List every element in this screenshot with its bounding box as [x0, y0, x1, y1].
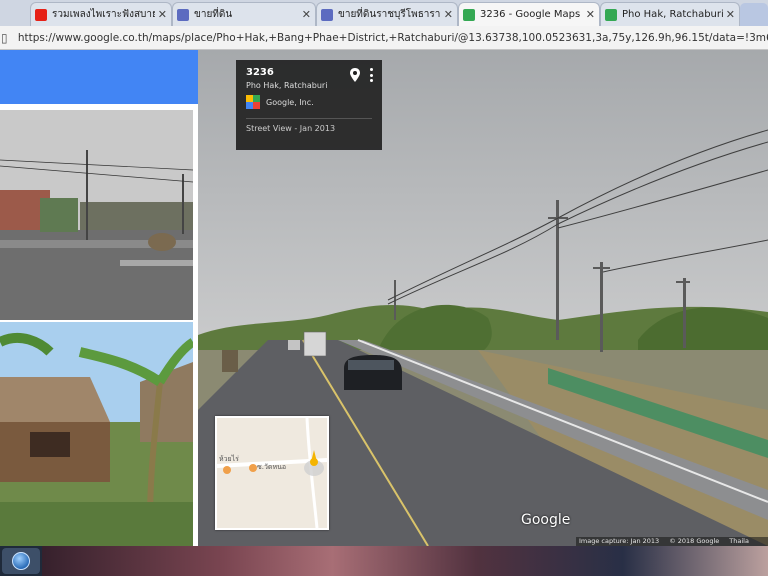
tab-label: ขายที่ดิน [194, 9, 233, 20]
image-owner[interactable]: Google, Inc. [246, 95, 372, 109]
copyright[interactable]: © 2018 Google [669, 537, 719, 546]
address-bar[interactable]: ▯ https://www.google.co.th/maps/place/Ph… [0, 26, 768, 50]
google-maps-icon [463, 8, 475, 21]
divider [246, 118, 372, 119]
tab-site-2[interactable]: ขายที่ดินราชบุรีโพธาราม ✕ [316, 2, 458, 26]
owner-name: Google, Inc. [266, 97, 314, 107]
capture-date: Street View - Jan 2013 [246, 124, 336, 133]
tab-pho-hak[interactable]: Pho Hak, Ratchaburi ✕ [600, 2, 740, 26]
minimap[interactable]: ห้วยไร่ ซ.วัดหนอ [215, 416, 329, 530]
close-icon[interactable]: ✕ [444, 8, 453, 21]
close-icon[interactable]: ✕ [158, 8, 167, 21]
close-icon[interactable]: ✕ [586, 8, 595, 21]
attribution-footer: Image capture: Jan 2013 © 2018 Google Th… [576, 537, 768, 546]
tab-google-maps-active[interactable]: 3236 - Google Maps ✕ [458, 2, 600, 26]
site-icon [177, 8, 189, 21]
map-label: ห้วยไร่ [219, 455, 239, 463]
tab-label: Pho Hak, Ratchaburi [622, 9, 723, 20]
place-photo-house[interactable] [0, 322, 193, 546]
place-photo-road[interactable] [0, 110, 193, 320]
google-watermark: Google [521, 512, 571, 528]
tab-label: ขายที่ดินราชบุรีโพธาราม [338, 9, 441, 20]
street-view-info-card: 3236 Pho Hak, Ratchaburi Google, Inc. St… [236, 60, 382, 150]
country-link[interactable]: Thaila [729, 537, 749, 546]
close-icon[interactable]: ✕ [726, 8, 735, 21]
side-panel [0, 50, 198, 546]
start-button[interactable] [2, 548, 40, 574]
close-icon[interactable]: ✕ [302, 8, 311, 21]
google-maps-icon [605, 8, 617, 21]
location-subtitle: Pho Hak, Ratchaburi [246, 81, 328, 90]
tab-bar: รวมเพลงไพเราะฟังสบาย ✕ ขายที่ดิน ✕ ขายที… [0, 0, 768, 26]
image-capture-date: Image capture: Jan 2013 [579, 537, 660, 545]
taskbar-thumbnail-strip [42, 546, 768, 576]
location-pin-icon[interactable] [350, 68, 360, 82]
taskbar [0, 546, 768, 576]
map-label: ซ.วัดหนอ [257, 463, 287, 471]
site-icon [321, 8, 333, 21]
windows-logo-icon [12, 552, 30, 570]
url-text[interactable]: https://www.google.co.th/maps/place/Pho+… [18, 32, 768, 44]
maps-content: ◀ [0, 50, 768, 546]
page-icon: ▯ [1, 30, 8, 45]
youtube-icon [35, 8, 47, 21]
tab-site-1[interactable]: ขายที่ดิน ✕ [172, 2, 316, 26]
tab-youtube[interactable]: รวมเพลงไพเราะฟังสบาย ✕ [30, 2, 172, 26]
google-maps-logo-icon [246, 95, 260, 109]
more-options-icon[interactable] [370, 68, 374, 82]
new-tab-button[interactable] [740, 3, 768, 26]
side-panel-header [0, 50, 198, 104]
tab-label: รวมเพลงไพเราะฟังสบาย [52, 9, 155, 20]
tab-label: 3236 - Google Maps [480, 9, 581, 20]
